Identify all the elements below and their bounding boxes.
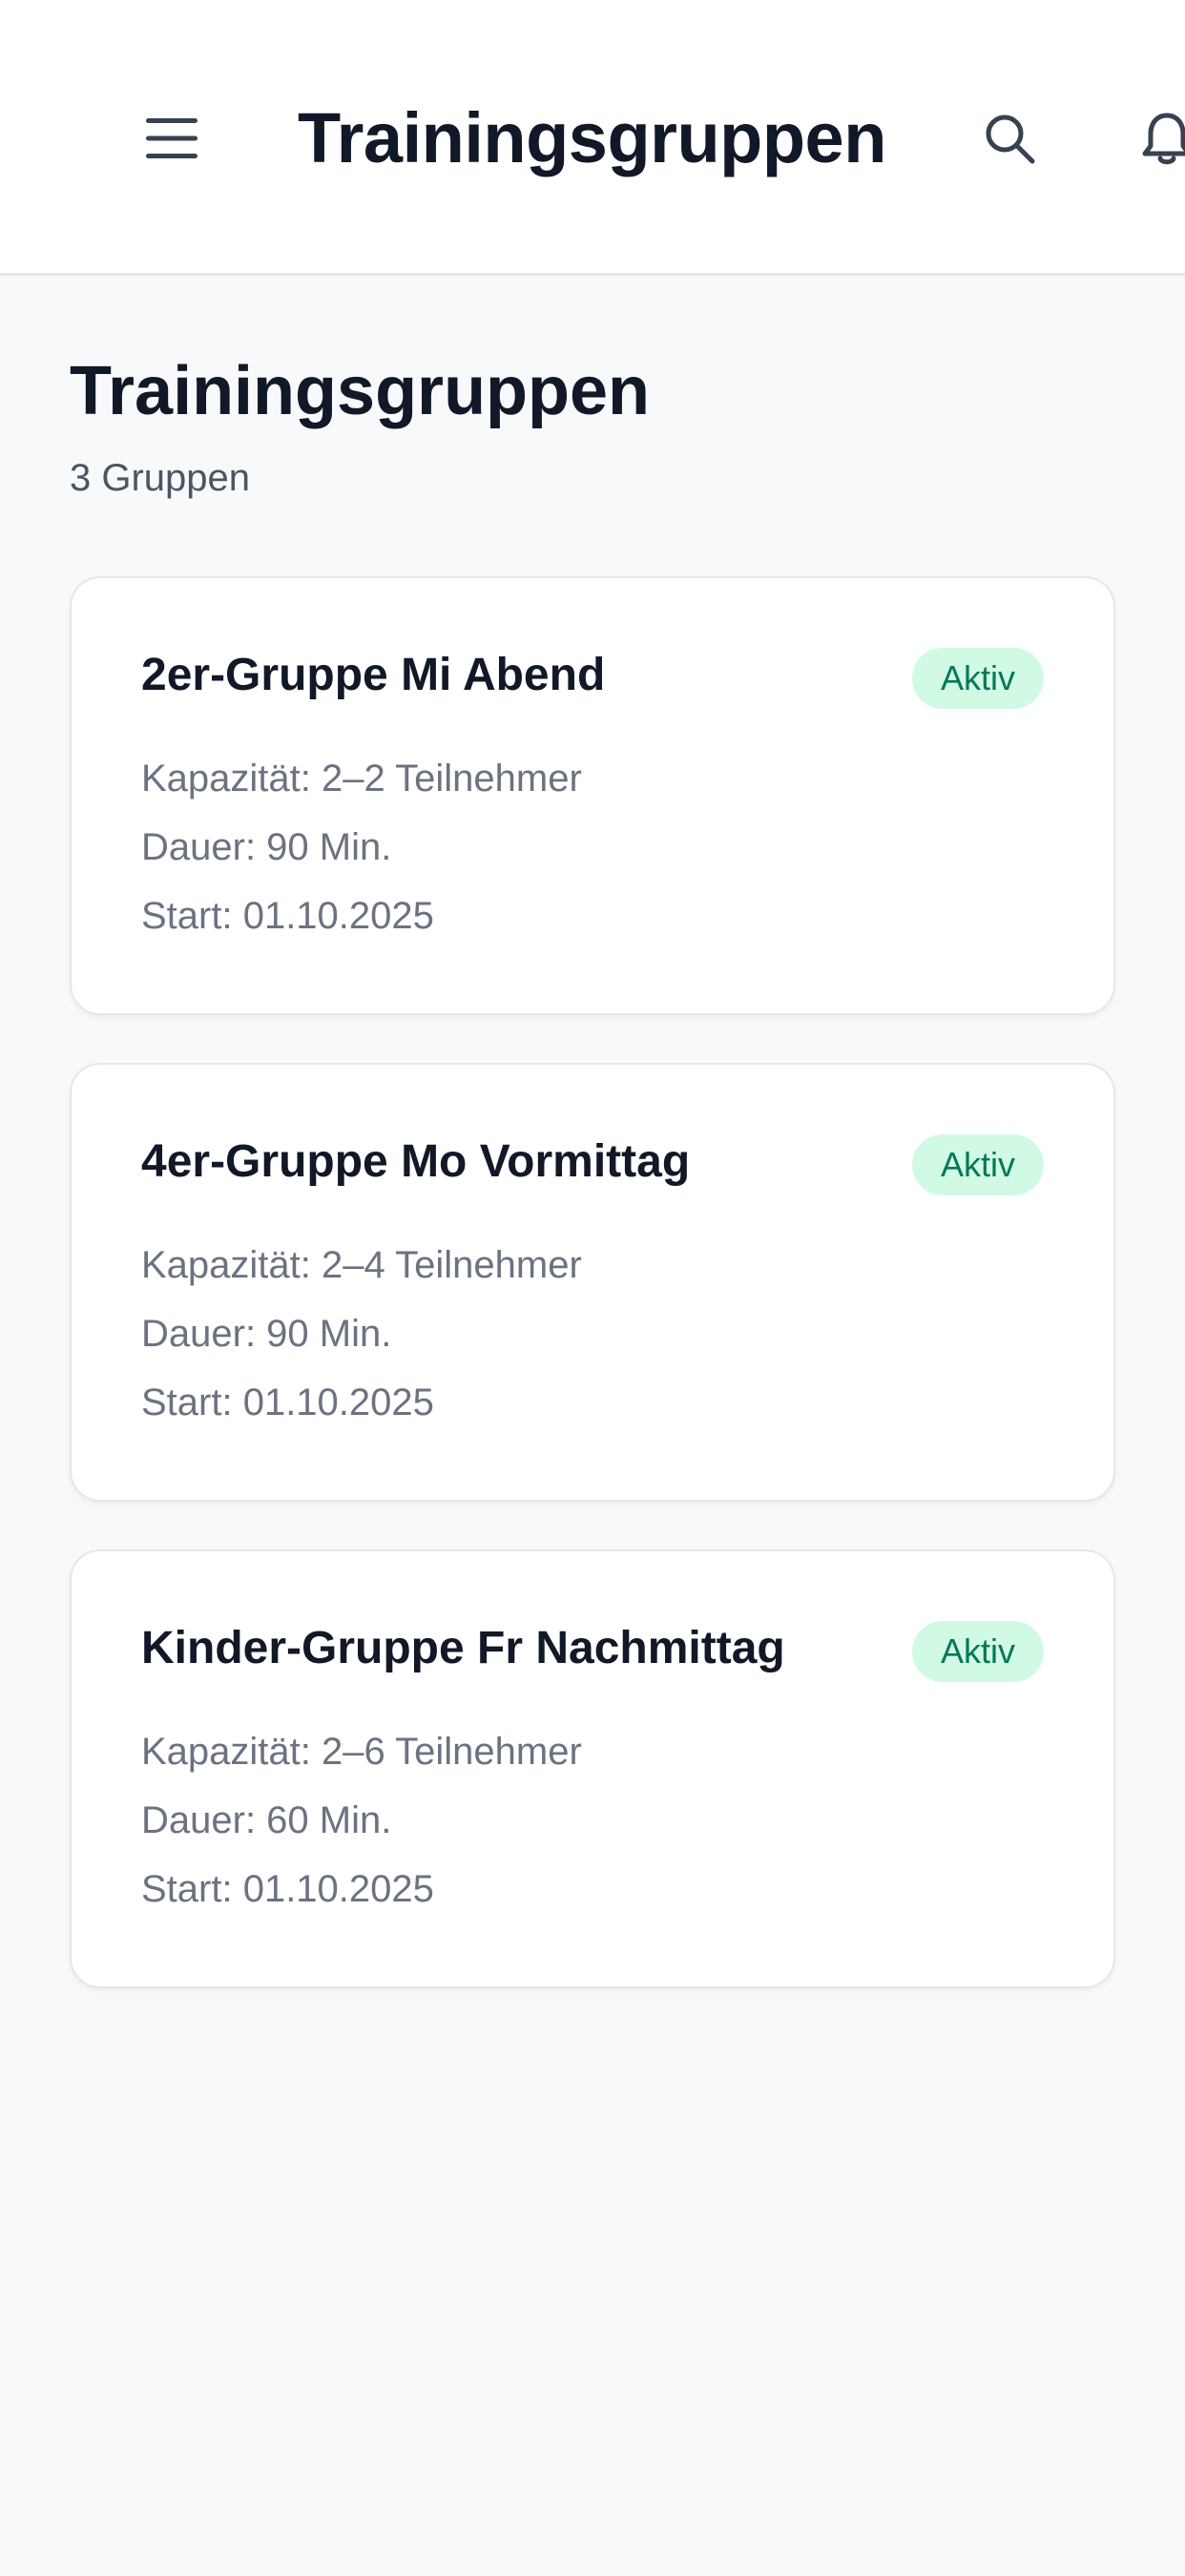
status-badge: Aktiv [911,648,1044,709]
group-name: 4er-Gruppe Mo Vormittag [141,1136,691,1187]
menu-button[interactable] [129,95,215,181]
group-capacity: Kapazität: 2–6 Teilnehmer [141,1731,582,1773]
group-capacity: Kapazität: 2–2 Teilnehmer [141,758,582,800]
bell-icon [1142,113,1185,165]
status-badge: Aktiv [911,1134,1044,1195]
group-capacity: Kapazität: 2–4 Teilnehmer [141,1244,582,1286]
search-icon [986,114,1035,164]
group-name: 2er-Gruppe Mi Abend [141,650,606,700]
search-button[interactable] [967,95,1052,181]
group-duration: Dauer: 90 Min. [141,1313,392,1355]
header-title: Trainingsgruppen [298,98,886,177]
app-header: Trainingsgruppen [0,0,1185,276]
group-card[interactable]: 4er-Gruppe Mo Vormittag Aktiv Kapazität:… [70,1063,1115,1502]
status-badge: Aktiv [911,1621,1044,1682]
menu-icon [146,118,198,158]
group-card[interactable]: 2er-Gruppe Mi Abend Aktiv Kapazität: 2–2… [70,576,1115,1015]
group-duration: Dauer: 60 Min. [141,1799,392,1841]
notifications-button[interactable] [1140,95,1185,181]
group-start: Start: 01.10.2025 [141,1868,434,1910]
page-title: Trainingsgruppen [70,353,651,429]
group-duration: Dauer: 90 Min. [141,826,392,868]
group-name: Kinder-Gruppe Fr Nachmittag [141,1623,785,1673]
group-card[interactable]: Kinder-Gruppe Fr Nachmittag Aktiv Kapazi… [70,1549,1115,1988]
group-start: Start: 01.10.2025 [141,1381,434,1423]
group-count: 3 Gruppen [70,457,251,499]
group-start: Start: 01.10.2025 [141,895,434,937]
